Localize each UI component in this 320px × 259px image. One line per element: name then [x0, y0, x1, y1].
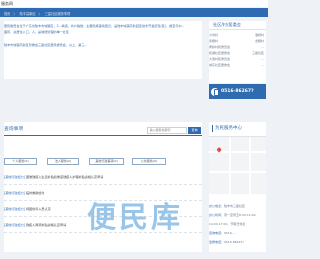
community-row: 城东社区居委会 ... [209, 63, 266, 69]
info-row: 监督电话：0516-86267? [209, 240, 266, 249]
intro-line: 陆丰市城镇高新区管委会三星社区居民委员会，以上，第三... [4, 43, 88, 48]
community-intro: 居民委员会位于广东省陆丰市城镇区，2...精选，共户籍数，主要民族事情登记，是陆… [4, 21, 202, 79]
item-title[interactable]: 特困供养人员认定 [26, 207, 51, 211]
item-title[interactable]: 困难残疾人生活补贴和重度残疾人护理补贴资格认定申请 [26, 175, 103, 179]
item-title[interactable]: 残疾人两项补贴资格认定申请 [26, 223, 66, 227]
search-button[interactable]: 查询 [188, 127, 201, 134]
breadcrumb-current: 三星社区服务事项 [44, 11, 71, 16]
community-list: 沙坊村 港桥村 凤栖村 龙翔村 黄岭村民委员会 ... 和湖社区居委会 三星社区… [209, 33, 266, 69]
info-value: 14:00-17:00，节假日休息 [209, 222, 246, 226]
title-accent-bar [212, 125, 214, 132]
item-category: [其他行政权力] [4, 207, 25, 211]
divider [209, 29, 266, 30]
tab-public-service[interactable]: 公共服务(0) [132, 158, 166, 165]
map-road [209, 171, 266, 173]
info-key: 办公时间： [209, 213, 225, 217]
divider [4, 135, 202, 136]
breadcrumb: 首页 〉 陆丰高新区 〉 三星社区服务事项 [0, 8, 268, 17]
map-road [249, 137, 251, 194]
service-center-panel: 为民服务中心 办公地点：陆丰市三星社区 办公时间：周一至周五8:30-12:00… [209, 122, 266, 252]
query-title: 查询事项 [4, 127, 24, 132]
item-title[interactable]: 临时救助给付 [26, 191, 45, 195]
breadcrumb-home[interactable]: 首页 [4, 12, 10, 16]
watermark: 便民库 [87, 200, 184, 234]
map-road [229, 137, 231, 194]
list-item[interactable]: [其他行政权力] 困难残疾人生活补贴和重度残疾人护理补贴资格认定申请 [4, 169, 202, 185]
hotline-number: 0516-86267? [221, 89, 254, 94]
info-row: 14:00-17:00，节假日休息 [209, 222, 266, 231]
site-title: 服务网 [1, 1, 13, 6]
service-center-info: 办公地点：陆丰市三星社区 办公时间：周一至周五8:30-12:00 14:00-… [209, 204, 266, 249]
item-category: [其他行政权力] [4, 175, 25, 179]
info-row: 办公时间：周一至周五8:30-12:00 [209, 213, 266, 222]
top-bar: 服务网 [0, 0, 268, 7]
info-value: 0516-86267? [224, 240, 244, 244]
info-key: 咨询电话： [209, 231, 225, 235]
phone-icon [211, 87, 219, 96]
info-value: 陆丰市三星社区 [224, 204, 246, 208]
breadcrumb-district[interactable]: 陆丰高新区 [20, 12, 36, 16]
breadcrumb-separator: 〉 [38, 11, 42, 16]
tab-other-admin[interactable]: 其他行政事项(0) [89, 158, 124, 165]
hotline-banner: 0516-86267? [209, 84, 266, 99]
item-category: [其他行政权力] [4, 223, 25, 227]
tab-legal-person[interactable]: 法人服务(2) [47, 158, 79, 165]
tab-personal[interactable]: 个人服务(0) [4, 158, 37, 165]
breadcrumb-separator: 〉 [13, 11, 17, 16]
intro-text: 居民委员会位于广东省陆丰市城镇区，2...精选，共户籍数，主要民族事情登记，是陆… [4, 23, 198, 49]
community-list-title: 社区/村/居委会 [213, 22, 241, 27]
info-value: 0516-… [224, 231, 236, 235]
service-center-header: 为民服务中心 [209, 122, 266, 136]
info-value: 周一至周五8:30-12:00 [224, 213, 256, 217]
community-list-panel: 社区/村/居委会 沙坊村 港桥村 凤栖村 龙翔村 黄岭村民委员会 ... 和湖社… [209, 21, 266, 83]
info-key: 监督电话： [209, 240, 225, 244]
community-link[interactable]: 城东社区居委会 [209, 63, 230, 69]
location-map[interactable] [209, 137, 266, 194]
community-link[interactable]: ... [261, 63, 264, 69]
info-key: 办公地点： [209, 204, 225, 208]
search-input[interactable] [147, 127, 187, 134]
service-center-title: 为民服务中心 [215, 126, 242, 131]
info-row: 办公地点：陆丰市三星社区 [209, 204, 266, 213]
item-category: [其他行政权力] [4, 191, 25, 195]
info-row: 咨询电话：0516-… [209, 231, 266, 240]
